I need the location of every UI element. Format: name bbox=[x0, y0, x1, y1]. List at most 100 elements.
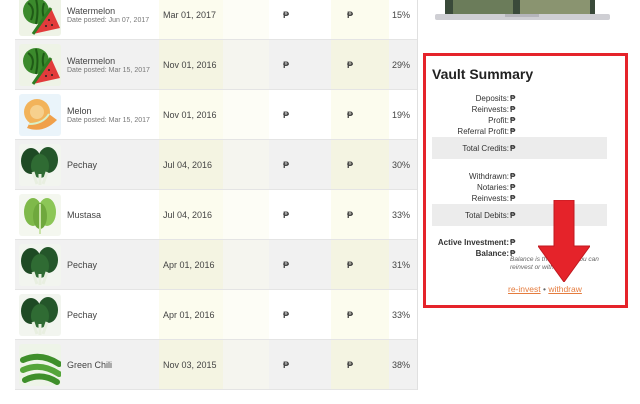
investment-date: Nov 01, 2016 bbox=[163, 59, 217, 70]
laptop-preview-image bbox=[435, 0, 610, 24]
name-cell: Watermelon Date posted: Jun 07, 2017 bbox=[67, 0, 159, 39]
date-cell: Apr 01, 2016 bbox=[159, 290, 223, 339]
produce-name[interactable]: Melon bbox=[67, 106, 150, 116]
return-cell: ₱ bbox=[331, 290, 389, 339]
withdraw-link[interactable]: withdraw bbox=[548, 284, 582, 294]
amount-cell: ₱ bbox=[269, 0, 331, 39]
watermelon-icon[interactable] bbox=[19, 0, 61, 36]
amount-cell: ₱ bbox=[269, 40, 331, 89]
deposits-label: Deposits: bbox=[475, 94, 509, 103]
roi-percent: 33% bbox=[391, 309, 410, 320]
investment-date: Nov 01, 2016 bbox=[163, 109, 217, 120]
peso-return: ₱ bbox=[347, 59, 354, 70]
mustasa-icon[interactable] bbox=[19, 194, 61, 236]
spacer-cell bbox=[223, 290, 269, 339]
thumb-cell bbox=[15, 90, 67, 139]
spacer-cell bbox=[223, 340, 269, 389]
roi-percent: 29% bbox=[391, 59, 410, 70]
table-row[interactable]: Pechay Apr 01, 2016 ₱ ₱ 33% bbox=[15, 290, 417, 340]
produce-name[interactable]: Green Chili bbox=[67, 360, 112, 370]
peso-return: ₱ bbox=[347, 359, 354, 370]
produce-name[interactable]: Pechay bbox=[67, 160, 97, 170]
pechay-icon[interactable] bbox=[19, 144, 61, 186]
date-cell: Apr 01, 2016 bbox=[159, 240, 223, 289]
table-row[interactable]: Pechay Apr 01, 2016 ₱ ₱ 31% bbox=[15, 240, 417, 290]
amount-cell: ₱ bbox=[269, 340, 331, 389]
reinvests-debit-value: ₱ bbox=[510, 194, 516, 203]
produce-name[interactable]: Pechay bbox=[67, 260, 97, 270]
spacer-cell bbox=[223, 40, 269, 89]
watermelon-icon[interactable] bbox=[19, 44, 61, 86]
name-cell: Pechay bbox=[67, 290, 159, 339]
produce-name[interactable]: Mustasa bbox=[67, 210, 101, 220]
peso-amount: ₱ bbox=[283, 209, 290, 220]
peso-amount: ₱ bbox=[283, 59, 290, 70]
return-cell: ₱ bbox=[331, 40, 389, 89]
roi-percent: 31% bbox=[391, 259, 410, 270]
active-investment-label: Active Investment: bbox=[437, 238, 509, 247]
name-cell: Watermelon Date posted: Mar 15, 2017 bbox=[67, 40, 159, 89]
deposits-value: ₱ bbox=[510, 94, 516, 103]
date-cell: Jul 04, 2016 bbox=[159, 190, 223, 239]
spacer-cell bbox=[223, 0, 269, 39]
total-credits-value: ₱ bbox=[510, 144, 516, 153]
reinvests-debit-label: Reinvests: bbox=[471, 194, 509, 203]
investment-date: Jul 04, 2016 bbox=[163, 159, 213, 170]
table-row[interactable]: Pechay Jul 04, 2016 ₱ ₱ 30% bbox=[15, 140, 417, 190]
referral-profit-value: ₱ bbox=[510, 127, 516, 136]
thumb-cell bbox=[15, 0, 67, 39]
date-cell: Jul 04, 2016 bbox=[159, 140, 223, 189]
peso-amount: ₱ bbox=[283, 9, 290, 20]
investment-date: Mar 01, 2017 bbox=[163, 9, 217, 20]
table-row[interactable]: Mustasa Jul 04, 2016 ₱ ₱ 33% bbox=[15, 190, 417, 240]
profit-label: Profit: bbox=[488, 116, 509, 125]
thumb-cell bbox=[15, 190, 67, 239]
peso-amount: ₱ bbox=[283, 159, 290, 170]
melon-icon[interactable] bbox=[19, 94, 61, 136]
investment-date: Apr 01, 2016 bbox=[163, 259, 215, 270]
pechay-icon[interactable] bbox=[19, 244, 61, 286]
date-cell: Mar 01, 2017 bbox=[159, 0, 223, 39]
amount-cell: ₱ bbox=[269, 190, 331, 239]
table-row[interactable]: Watermelon Date posted: Jun 07, 2017 Mar 0… bbox=[15, 0, 417, 40]
date-posted: Date posted: Jun 07, 2017 bbox=[67, 16, 150, 24]
percent-cell: 38% bbox=[389, 340, 418, 389]
produce-name[interactable]: Watermelon bbox=[67, 56, 150, 66]
reinvest-link[interactable]: re-invest bbox=[508, 284, 541, 294]
peso-return: ₱ bbox=[347, 9, 354, 20]
roi-percent: 33% bbox=[391, 209, 410, 220]
table-row[interactable]: Watermelon Date posted: Mar 15, 2017 Nov 0… bbox=[15, 40, 417, 90]
amount-cell: ₱ bbox=[269, 290, 331, 339]
produce-name[interactable]: Watermelon bbox=[67, 6, 149, 16]
total-debits-value: ₱ bbox=[510, 211, 516, 220]
name-cell: Pechay bbox=[67, 140, 159, 189]
total-debits-label: Total Debits: bbox=[464, 211, 509, 220]
name-cell: Melon Date posted: Mar 15, 2017 bbox=[67, 90, 159, 139]
date-cell: Nov 01, 2016 bbox=[159, 90, 223, 139]
return-cell: ₱ bbox=[331, 190, 389, 239]
investments-table: Watermelon Date posted: Jun 07, 2017 Mar 0… bbox=[15, 0, 418, 390]
peso-return: ₱ bbox=[347, 259, 354, 270]
red-arrow-down-icon bbox=[537, 199, 591, 283]
withdrawn-label: Withdrawn: bbox=[468, 172, 509, 181]
return-cell: ₱ bbox=[331, 140, 389, 189]
produce-name[interactable]: Pechay bbox=[67, 310, 97, 320]
table-row[interactable]: Melon Date posted: Mar 15, 2017 Nov 01, 20… bbox=[15, 90, 417, 140]
pechay-icon[interactable] bbox=[19, 294, 61, 336]
name-cell: Mustasa bbox=[67, 190, 159, 239]
peso-amount: ₱ bbox=[283, 259, 290, 270]
percent-cell: 31% bbox=[389, 240, 418, 289]
return-cell: ₱ bbox=[331, 240, 389, 289]
link-separator: • bbox=[542, 284, 546, 294]
table-row[interactable]: Green Chili Nov 03, 2015 ₱ ₱ 38% bbox=[15, 340, 417, 390]
notaries-value: ₱ bbox=[510, 183, 516, 192]
referral-profit-label: Referral Profit: bbox=[457, 127, 509, 136]
roi-percent: 38% bbox=[391, 359, 410, 370]
spacer-cell bbox=[223, 190, 269, 239]
thumb-cell bbox=[15, 290, 67, 339]
date-cell: Nov 03, 2015 bbox=[159, 340, 223, 389]
percent-cell: 15% bbox=[389, 0, 418, 39]
total-credits-band bbox=[432, 137, 607, 159]
thumb-cell bbox=[15, 340, 67, 389]
green-chili-icon[interactable] bbox=[19, 344, 62, 386]
